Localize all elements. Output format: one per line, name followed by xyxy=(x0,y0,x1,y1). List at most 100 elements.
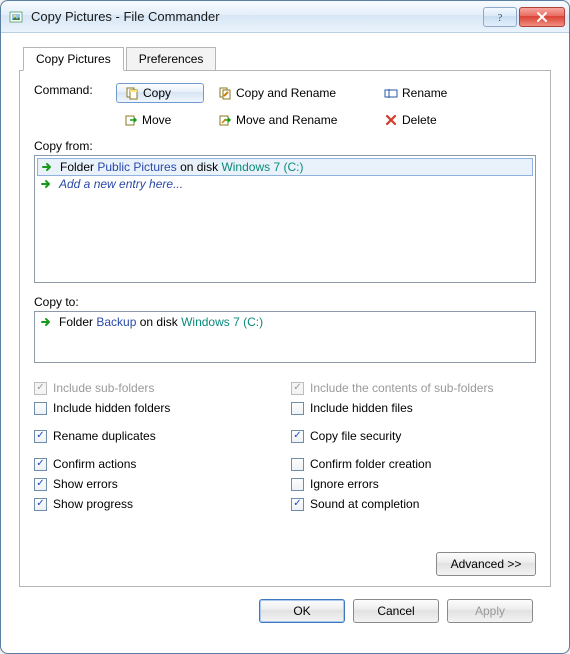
check-label: Include the contents of sub-folders xyxy=(310,381,493,395)
check-label: Include sub-folders xyxy=(53,381,154,395)
move-icon xyxy=(124,113,138,127)
command-rename[interactable]: Rename xyxy=(376,84,496,102)
command-move-label: Move xyxy=(142,113,171,127)
check-label: Show errors xyxy=(53,477,118,491)
checkbox-icon xyxy=(291,402,304,415)
check-include-contents-sub[interactable]: ✓ Include the contents of sub-folders xyxy=(291,381,536,395)
check-show-progress[interactable]: ✓ Show progress xyxy=(34,497,279,511)
copy-to-entry[interactable]: Folder Backup on disk Windows 7 (C:) xyxy=(37,314,533,330)
window-title: Copy Pictures - File Commander xyxy=(31,9,477,24)
check-confirm-actions[interactable]: ✓ Confirm actions xyxy=(34,457,279,471)
dialog-buttons: OK Cancel Apply xyxy=(19,587,551,639)
client-area: Copy Pictures Preferences Command: Copy xyxy=(1,33,569,653)
copy-rename-icon xyxy=(218,86,232,100)
add-entry-text: Add a new entry here... xyxy=(59,177,183,191)
check-sound-at-completion[interactable]: ✓ Sound at completion xyxy=(291,497,536,511)
check-ignore-errors[interactable]: Ignore errors xyxy=(291,477,536,491)
command-delete-label: Delete xyxy=(402,113,437,127)
entry-folder-name: Public Pictures xyxy=(97,160,176,174)
command-delete[interactable]: Delete xyxy=(376,111,496,129)
entry-text: Folder Public Pictures on disk Windows 7… xyxy=(60,160,303,174)
command-copy[interactable]: Copy xyxy=(116,83,204,103)
copy-icon xyxy=(125,86,139,100)
options-group-2: ✓ Rename duplicates ✓ Copy file security xyxy=(34,429,536,443)
check-label: Copy file security xyxy=(310,429,401,443)
checkbox-icon xyxy=(34,402,47,415)
entry-prefix: Folder xyxy=(59,315,96,329)
entry-mid: on disk xyxy=(177,160,222,174)
check-label: Include hidden folders xyxy=(53,401,170,415)
copy-from-entry[interactable]: Folder Public Pictures on disk Windows 7… xyxy=(37,158,533,176)
copy-to-list[interactable]: Folder Backup on disk Windows 7 (C:) xyxy=(34,311,536,363)
checkbox-icon: ✓ xyxy=(34,382,47,395)
cancel-button[interactable]: Cancel xyxy=(353,599,439,623)
ok-button[interactable]: OK xyxy=(259,599,345,623)
rename-icon xyxy=(384,86,398,100)
checkbox-icon xyxy=(291,478,304,491)
check-label: Confirm actions xyxy=(53,457,136,471)
app-icon xyxy=(9,9,25,25)
entry-mid: on disk xyxy=(136,315,181,329)
command-row: Command: Copy Copy and Rename xyxy=(34,83,536,129)
delete-icon xyxy=(384,113,398,127)
checkbox-icon xyxy=(291,458,304,471)
arrow-right-icon xyxy=(40,160,54,174)
command-move-and-rename-label: Move and Rename xyxy=(236,113,337,127)
command-rename-label: Rename xyxy=(402,86,447,100)
checkbox-icon: ✓ xyxy=(291,498,304,511)
entry-text: Folder Backup on disk Windows 7 (C:) xyxy=(59,315,263,329)
check-include-sub-folders[interactable]: ✓ Include sub-folders xyxy=(34,381,279,395)
check-label: Include hidden files xyxy=(310,401,413,415)
advanced-button[interactable]: Advanced >> xyxy=(436,552,536,576)
check-include-hidden-files[interactable]: Include hidden files xyxy=(291,401,536,415)
window-buttons: ? xyxy=(483,7,565,27)
apply-button[interactable]: Apply xyxy=(447,599,533,623)
checkbox-icon: ✓ xyxy=(34,430,47,443)
arrow-right-icon xyxy=(39,177,53,191)
dialog-window: Copy Pictures - File Commander ? Copy Pi… xyxy=(0,0,570,654)
check-copy-file-security[interactable]: ✓ Copy file security xyxy=(291,429,536,443)
check-rename-duplicates[interactable]: ✓ Rename duplicates xyxy=(34,429,279,443)
command-move-and-rename[interactable]: Move and Rename xyxy=(210,111,370,129)
command-buttons-grid: Copy Copy and Rename Rename xyxy=(116,83,496,129)
command-copy-and-rename[interactable]: Copy and Rename xyxy=(210,84,370,102)
svg-text:?: ? xyxy=(498,12,503,24)
help-button[interactable]: ? xyxy=(483,7,517,27)
checkbox-icon: ✓ xyxy=(34,458,47,471)
tab-preferences[interactable]: Preferences xyxy=(126,47,217,71)
close-button[interactable] xyxy=(519,7,565,27)
entry-folder-name: Backup xyxy=(96,315,136,329)
checkbox-icon: ✓ xyxy=(34,498,47,511)
tab-row: Copy Pictures Preferences xyxy=(19,47,551,71)
copy-from-label: Copy from: xyxy=(34,139,536,153)
check-label: Sound at completion xyxy=(310,497,419,511)
entry-disk: Windows 7 (C:) xyxy=(221,160,303,174)
check-include-hidden-folders[interactable]: Include hidden folders xyxy=(34,401,279,415)
move-rename-icon xyxy=(218,113,232,127)
checkbox-icon: ✓ xyxy=(291,430,304,443)
check-label: Rename duplicates xyxy=(53,429,156,443)
check-label: Confirm folder creation xyxy=(310,457,431,471)
check-confirm-folder-creation[interactable]: Confirm folder creation xyxy=(291,457,536,471)
check-label: Show progress xyxy=(53,497,133,511)
command-label: Command: xyxy=(34,83,110,97)
options-group-3: ✓ Confirm actions Confirm folder creatio… xyxy=(34,457,536,511)
checkbox-icon: ✓ xyxy=(34,478,47,491)
copy-from-list[interactable]: Folder Public Pictures on disk Windows 7… xyxy=(34,155,536,283)
arrow-right-icon xyxy=(39,315,53,329)
check-label: Ignore errors xyxy=(310,477,379,491)
tab-copy-pictures[interactable]: Copy Pictures xyxy=(23,47,124,71)
command-copy-and-rename-label: Copy and Rename xyxy=(236,86,336,100)
copy-from-add-entry[interactable]: Add a new entry here... xyxy=(37,176,533,192)
checkbox-icon: ✓ xyxy=(291,382,304,395)
options-group-1: ✓ Include sub-folders ✓ Include the cont… xyxy=(34,381,536,415)
tab-panel: Command: Copy Copy and Rename xyxy=(19,70,551,587)
entry-prefix: Folder xyxy=(60,160,97,174)
check-show-errors[interactable]: ✓ Show errors xyxy=(34,477,279,491)
command-copy-label: Copy xyxy=(143,86,171,100)
titlebar: Copy Pictures - File Commander ? xyxy=(1,1,569,33)
entry-disk: Windows 7 (C:) xyxy=(181,315,263,329)
advanced-row: Advanced >> xyxy=(34,544,536,576)
command-move[interactable]: Move xyxy=(116,111,204,129)
copy-to-label: Copy to: xyxy=(34,295,536,309)
